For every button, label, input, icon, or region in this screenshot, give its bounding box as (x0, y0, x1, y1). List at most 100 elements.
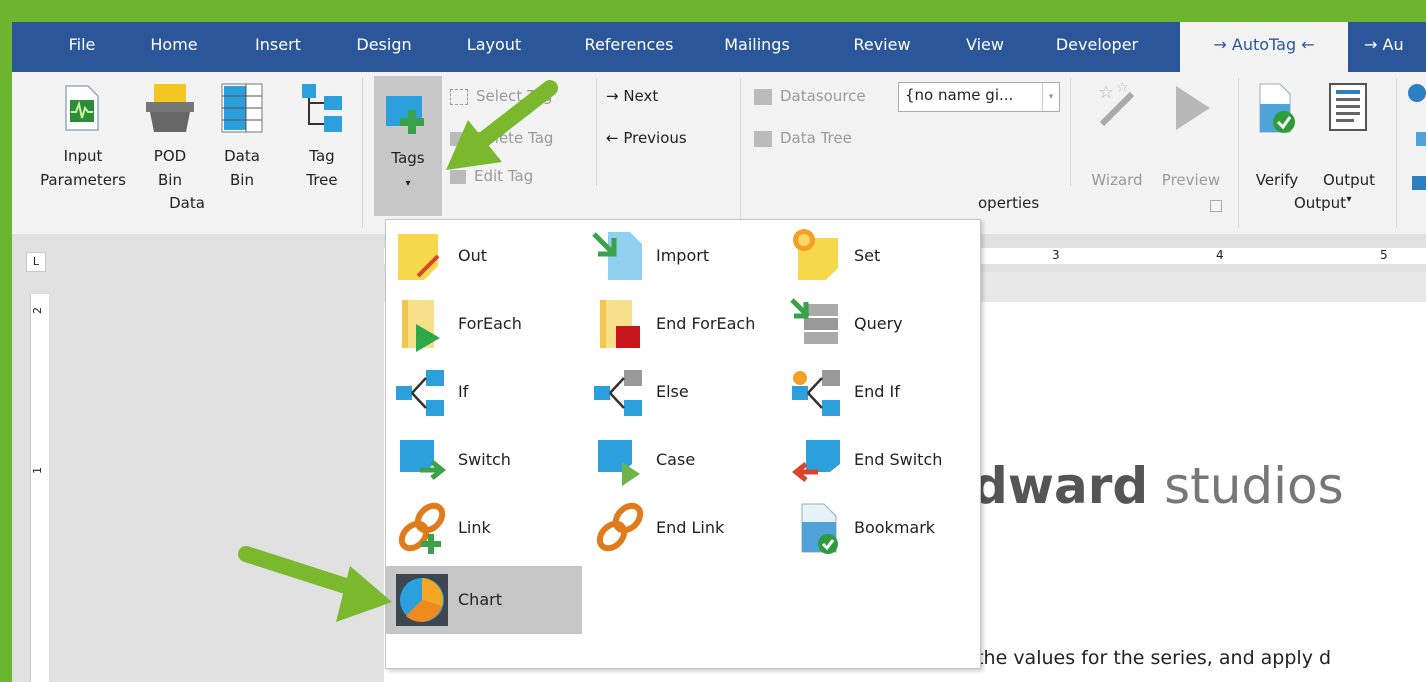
menu-item-label: Out (458, 246, 488, 265)
switch-icon (400, 440, 447, 480)
wizard-button[interactable]: ☆ ☆ Wizard (1082, 76, 1152, 194)
tab-autotag[interactable]: → AutoTag ← (1180, 22, 1348, 72)
dialog-launcher-icon[interactable] (1210, 200, 1222, 212)
menu-item-label: End ForEach (656, 314, 756, 333)
tab-design[interactable]: Design (344, 22, 424, 72)
verify-button[interactable]: Verify (1248, 76, 1306, 194)
datasource-icon (754, 88, 772, 105)
data-tree-label: Data Tree (780, 129, 852, 147)
output-icon (1329, 83, 1367, 131)
end-switch-icon (791, 440, 840, 482)
tab-home[interactable]: Home (134, 22, 214, 72)
menu-item-link[interactable]: Link (386, 494, 582, 562)
preview-button[interactable]: Preview (1152, 76, 1230, 194)
ruler-mark: 5 (1380, 248, 1388, 262)
menu-item-chart[interactable]: Chart (386, 566, 582, 634)
next-button[interactable]: → Next (606, 86, 658, 106)
input-parameters-button[interactable]: Input Parameters (28, 76, 138, 204)
menu-item-bookmark[interactable]: Bookmark (782, 494, 978, 562)
menu-item-if[interactable]: If (386, 358, 582, 426)
menu-item-query[interactable]: Query (782, 290, 978, 358)
menu-item-out[interactable]: Out (386, 222, 582, 290)
output-button[interactable]: Output ▾ (1308, 76, 1390, 210)
tag-tree-label-2: Tree (306, 171, 338, 189)
menu-item-label: Bookmark (854, 518, 936, 537)
partial-icon-2[interactable] (1412, 176, 1426, 190)
separator (1238, 78, 1239, 228)
tab-mailings[interactable]: Mailings (712, 22, 802, 72)
ruler-mark: 4 (1216, 248, 1224, 262)
help-icon[interactable] (1408, 84, 1426, 102)
tab-file[interactable]: File (52, 22, 112, 72)
previous-button[interactable]: ← Previous (606, 128, 687, 148)
menu-item-case[interactable]: Case (584, 426, 780, 494)
tag-tree-button[interactable]: Tag Tree (292, 76, 352, 204)
pod-bin-button[interactable]: POD Bin (140, 76, 200, 204)
ruler-mark: 3 (1052, 248, 1060, 262)
verify-icon (1259, 83, 1295, 133)
menu-item-end-if[interactable]: End If (782, 358, 978, 426)
menu-item-else[interactable]: Else (584, 358, 780, 426)
ribbon-tab-bar: File Home Insert Design Layout Reference… (12, 22, 1426, 72)
menu-item-set[interactable]: Set (782, 222, 978, 290)
menu-item-label: Case (656, 450, 696, 469)
annotation-arrow-tags (446, 80, 558, 170)
annotation-arrow-chart (238, 546, 392, 622)
end-link-icon (596, 502, 644, 552)
tab-references[interactable]: References (574, 22, 684, 72)
menu-item-switch[interactable]: Switch (386, 426, 582, 494)
svg-text:☆: ☆ (1098, 82, 1114, 103)
dropdown-arrow-icon: ▾ (1042, 83, 1059, 111)
datasource-dropdown[interactable]: {no name gi... ▾ (898, 82, 1060, 112)
menu-item-label: Query (854, 314, 903, 333)
case-icon (598, 440, 640, 486)
data-bin-button[interactable]: Data Bin (212, 76, 272, 204)
tab-view[interactable]: View (950, 22, 1020, 72)
pod-bin-label-2: Bin (158, 171, 182, 189)
separator (1396, 78, 1397, 228)
partial-icon[interactable] (1416, 132, 1426, 146)
datasource-value: {no name gi... (905, 86, 1014, 104)
data-bin-icon (221, 83, 263, 133)
tab-selector[interactable]: L (26, 252, 46, 272)
vertical-ruler: 2 1 (30, 294, 49, 682)
menu-item-label: Chart (458, 590, 502, 609)
import-icon (592, 232, 642, 280)
ruler-mark: 2 (31, 307, 44, 314)
data-tree-button[interactable]: Data Tree (754, 128, 852, 148)
separator (596, 78, 597, 186)
svg-text:☆: ☆ (1116, 80, 1129, 96)
menu-item-import[interactable]: Import (584, 222, 780, 290)
verify-label: Verify (1255, 171, 1299, 189)
menu-item-foreach[interactable]: ForEach (386, 290, 582, 358)
tags-dropdown-menu: Out Import Set ForEach End ForEach Query… (385, 219, 981, 669)
menu-item-label: ForEach (458, 314, 522, 333)
tab-layout[interactable]: Layout (454, 22, 534, 72)
input-parameters-label-2: Parameters (40, 171, 126, 189)
data-bin-label-2: Bin (230, 171, 254, 189)
word-window: File Home Insert Design Layout Reference… (12, 22, 1426, 682)
out-icon (398, 234, 440, 280)
menu-item-label: Import (656, 246, 710, 265)
menu-item-end-switch[interactable]: End Switch (782, 426, 978, 494)
menu-item-end-link[interactable]: End Link (584, 494, 780, 562)
separator (740, 78, 741, 228)
ribbon: Input Parameters POD Bin Data Bin Tag Tr… (12, 72, 1426, 235)
data-tree-icon (754, 130, 772, 147)
menu-item-label: End Link (656, 518, 725, 537)
brand-logo: dward studios (972, 457, 1344, 515)
properties-group-label: operties (978, 194, 1040, 212)
tab-review[interactable]: Review (842, 22, 922, 72)
datasource-text: Datasource (780, 87, 866, 105)
bookmark-icon (801, 503, 838, 554)
tab-insert[interactable]: Insert (238, 22, 318, 72)
output-label: Output (1322, 171, 1376, 189)
tab-autotag-2[interactable]: → Au (1364, 22, 1426, 72)
menu-item-label: Switch (458, 450, 511, 469)
else-icon (594, 370, 642, 416)
menu-item-end-foreach[interactable]: End ForEach (584, 290, 780, 358)
wizard-icon: ☆ ☆ (1098, 80, 1135, 127)
tab-developer[interactable]: Developer (1042, 22, 1152, 72)
end-if-icon (792, 370, 840, 416)
menu-item-label: End Switch (854, 450, 943, 469)
